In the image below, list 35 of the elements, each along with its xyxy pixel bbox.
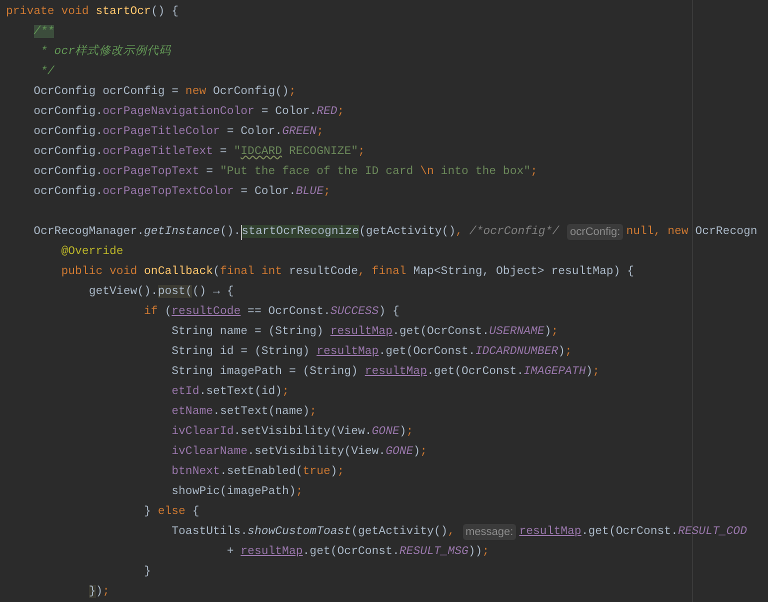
code-text: showPic(imagePath); [172, 484, 303, 500]
code-text: }); [88, 584, 110, 600]
code-text: */ [39, 64, 54, 80]
code-text: } else { [144, 504, 200, 520]
code-text: null, new OcrRecogn [626, 224, 758, 240]
code-text: ivClearName.setVisibility(View.GONE); [172, 444, 427, 460]
parameter-hint: message: [462, 524, 516, 540]
code-text: OcrConfig ocrConfig = new OcrConfig(); [34, 84, 296, 100]
code-text: startOcrRecognize(getActivity(), /*ocrConfig*/ [242, 224, 560, 240]
code-text: * ocr样式修改示例代码 [39, 44, 172, 60]
code-text: ocrConfig.ocrPageTitleColor = Color.GREEN; [34, 124, 324, 140]
code-text: etId.setText(id); [172, 384, 289, 400]
code-text: ToastUtils.showCustomToast(getActivity(), [172, 524, 456, 540]
code-text: ocrConfig.ocrPageTopTextColor = Color.BLUE; [34, 184, 330, 200]
code-text: ocrConfig.ocrPageTopText = "Put the face of the ID card \n into the box"; [34, 164, 538, 180]
parameter-hint: ocrConfig: [567, 224, 624, 240]
code-text: resultMap.get(OcrConst.RESULT_COD [519, 524, 747, 540]
code-text: String id = (String) resultMap.get(OcrConst.IDCARDNUMBER); [172, 344, 572, 360]
code-text: String name = (String) resultMap.get(OcrConst.USERNAME); [172, 324, 558, 340]
code-text: if (resultCode == OcrConst.SUCCESS) { [144, 304, 400, 320]
code-text: + resultMap.get(OcrConst.RESULT_MSG)); [226, 544, 490, 560]
code-text: String imagePath = (String) resultMap.get(OcrConst.IMAGEPATH); [172, 364, 600, 380]
code-text: ocrConfig.ocrPageNavigationColor = Color.RED; [34, 104, 344, 120]
code-text: etName.setText(name); [172, 404, 317, 420]
code-text: OcrRecogManager.getInstance(). [34, 224, 241, 240]
text-caret [240, 224, 242, 240]
code-text: btnNext.setEnabled(true); [172, 464, 344, 480]
code-text: public void onCallback(final int resultCode, final Map<String, Object> resultMap) { [61, 264, 634, 280]
code-text: getView().post(() → { [88, 284, 234, 300]
code-text: } [144, 564, 151, 580]
code-text: ivClearId.setVisibility(View.GONE); [172, 424, 414, 440]
code-text: ocrConfig.ocrPageTitleText = "IDCARD RECOGNIZE"; [34, 144, 365, 160]
code-text: @Override [61, 244, 124, 260]
code-text: /** [34, 24, 54, 40]
code-text: private void startOcr() { [6, 4, 179, 20]
